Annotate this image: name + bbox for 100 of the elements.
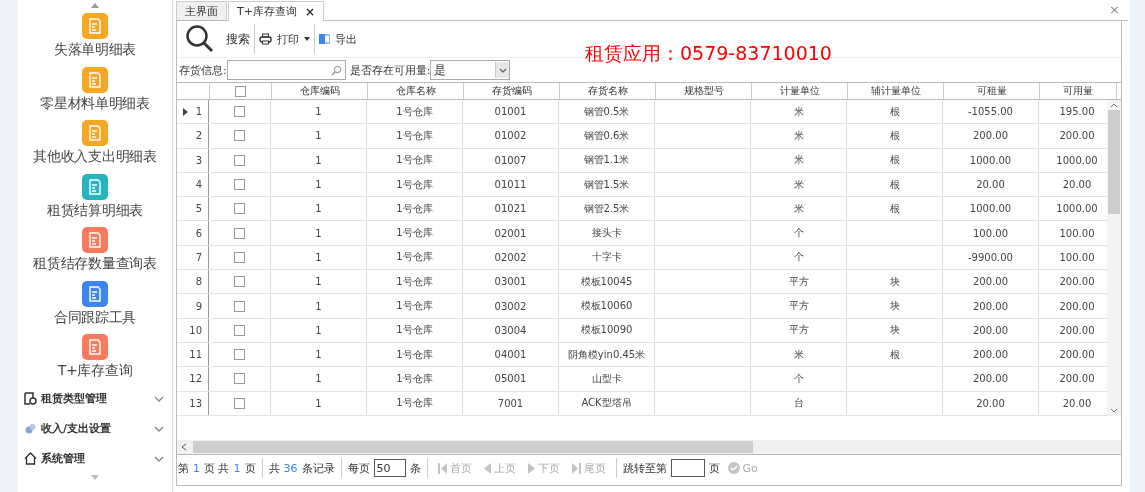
- row-checkbox[interactable]: [234, 179, 245, 191]
- report-icon[interactable]: [82, 120, 108, 146]
- printer-icon[interactable]: [259, 33, 272, 45]
- report-icon[interactable]: [82, 173, 108, 200]
- table-cell: 个: [751, 221, 847, 245]
- table-cell: 1号仓库: [367, 367, 463, 391]
- table-cell: 1: [271, 342, 367, 367]
- row-checkbox[interactable]: [234, 130, 245, 142]
- table-cell: 1: [271, 221, 367, 245]
- row-checkbox[interactable]: [234, 373, 245, 385]
- pager-text: 页: [708, 460, 720, 476]
- scroll-up-icon[interactable]: [91, 3, 99, 8]
- column-header[interactable]: 可用量: [1040, 83, 1117, 99]
- table-cell: 米: [751, 172, 847, 197]
- close-button[interactable]: ×: [1101, 2, 1128, 20]
- sidebar-item[interactable]: 租赁结存数量查询表: [33, 255, 157, 273]
- table-cell: 根: [847, 342, 943, 367]
- column-header[interactable]: 计量单位: [752, 83, 848, 99]
- row-number: 10: [177, 318, 209, 342]
- sidebar-item[interactable]: 租赁结算明细表: [47, 201, 143, 220]
- sidebar-item[interactable]: 零星材料单明细表: [40, 94, 150, 113]
- row-checkbox[interactable]: [234, 154, 245, 166]
- report-icon[interactable]: [82, 334, 108, 360]
- gems-icon: [24, 422, 37, 435]
- sidebar-section[interactable]: 系统管理: [41, 451, 150, 466]
- field-label: 存货信息:: [179, 62, 227, 78]
- table-cell: 1号仓库: [367, 221, 463, 245]
- row-number: 2: [177, 124, 209, 148]
- export-icon[interactable]: [319, 33, 330, 45]
- column-header[interactable]: 辅计量单位: [848, 83, 944, 99]
- row-checkbox[interactable]: [234, 276, 245, 288]
- table-cell: 1000.00: [943, 148, 1039, 172]
- tab[interactable]: T+库存查询 ×: [228, 1, 324, 21]
- dropdown[interactable]: 是: [430, 60, 511, 80]
- report-icon[interactable]: [82, 227, 108, 253]
- horizontal-scrollbar[interactable]: [177, 440, 1121, 455]
- table-cell: -9900.00: [943, 245, 1039, 270]
- scroll-left-icon[interactable]: [181, 443, 187, 451]
- table-cell: 200.00: [943, 124, 1039, 148]
- page-size-field[interactable]: 50: [373, 459, 406, 477]
- column-header[interactable]: 规格型号: [656, 83, 752, 99]
- table-cell: 钢管1.5米: [559, 172, 655, 197]
- column-header[interactable]: 存货编码: [464, 83, 560, 99]
- scroll-down-icon[interactable]: [1110, 408, 1118, 413]
- row-checkbox[interactable]: [234, 397, 245, 409]
- print-button[interactable]: 打印: [255, 31, 314, 47]
- table-cell: ACK型塔吊: [559, 391, 655, 415]
- table-cell: 7001: [463, 391, 559, 415]
- column-header[interactable]: 仓库名称: [368, 83, 464, 99]
- chevron-down-icon[interactable]: [154, 455, 164, 462]
- sidebar-item[interactable]: 失落单明细表: [53, 41, 137, 59]
- table-cell: 01021: [463, 197, 559, 221]
- row-checkbox[interactable]: [234, 227, 245, 239]
- sidebar-item[interactable]: T+库存查询: [57, 362, 133, 380]
- select-all-checkbox[interactable]: [235, 85, 246, 97]
- table-cell: 1号仓库: [367, 148, 463, 172]
- export-button[interactable]: 导出: [315, 31, 361, 47]
- row-checkbox[interactable]: [234, 203, 245, 215]
- scroll-down-icon[interactable]: [91, 474, 99, 480]
- pager-text: 第: [178, 460, 189, 476]
- search-field[interactable]: [226, 60, 346, 80]
- row-checkbox[interactable]: [234, 300, 245, 312]
- search-icon[interactable]: [185, 24, 215, 54]
- tab[interactable]: 主界面: [176, 1, 227, 20]
- pager-text: 条记录: [301, 460, 335, 476]
- chevron-down-icon[interactable]: [154, 425, 164, 432]
- column-header[interactable]: 仓库编码: [272, 83, 368, 99]
- table-cell: 1号仓库: [367, 391, 463, 415]
- table-cell: 01007: [463, 148, 559, 172]
- row-number: 8: [177, 270, 209, 294]
- table-cell: 1: [271, 270, 367, 294]
- row-number: 11: [177, 342, 209, 367]
- pager-text: 跳转至第: [622, 460, 667, 476]
- scroll-up-icon[interactable]: [1110, 103, 1118, 108]
- report-icon[interactable]: [82, 66, 108, 93]
- row-checkbox[interactable]: [234, 349, 245, 361]
- pager-text: 页 共: [204, 460, 230, 476]
- page-jump-field[interactable]: [670, 459, 705, 477]
- table-cell: 200.00: [943, 342, 1039, 367]
- table-cell: 米: [751, 197, 847, 221]
- dropdown-arrow-icon[interactable]: [304, 37, 310, 41]
- sidebar-section[interactable]: 收入/支出设置: [41, 421, 150, 436]
- table-cell: 1: [271, 172, 367, 197]
- column-header[interactable]: 存货名称: [560, 83, 656, 99]
- table-cell: 根: [847, 172, 943, 197]
- report-icon[interactable]: [82, 13, 108, 39]
- table-cell: 1: [271, 197, 367, 221]
- row-checkbox[interactable]: [234, 106, 245, 118]
- row-checkbox[interactable]: [234, 324, 245, 336]
- chevron-down-icon[interactable]: [154, 395, 164, 402]
- vertical-scrollbar[interactable]: [1107, 100, 1121, 416]
- search-button[interactable]: 搜索: [181, 24, 254, 54]
- sidebar-item[interactable]: 其他收入支出明细表: [33, 148, 157, 166]
- row-checkbox[interactable]: [234, 251, 245, 263]
- column-header[interactable]: 可租量: [944, 83, 1040, 99]
- sidebar-section[interactable]: 租赁类型管理: [41, 391, 150, 406]
- report-icon[interactable]: [82, 280, 108, 307]
- table-cell: 模板10060: [559, 294, 655, 318]
- sidebar-item[interactable]: 合同跟踪工具: [53, 308, 137, 327]
- chevron-down-icon[interactable]: [498, 67, 507, 73]
